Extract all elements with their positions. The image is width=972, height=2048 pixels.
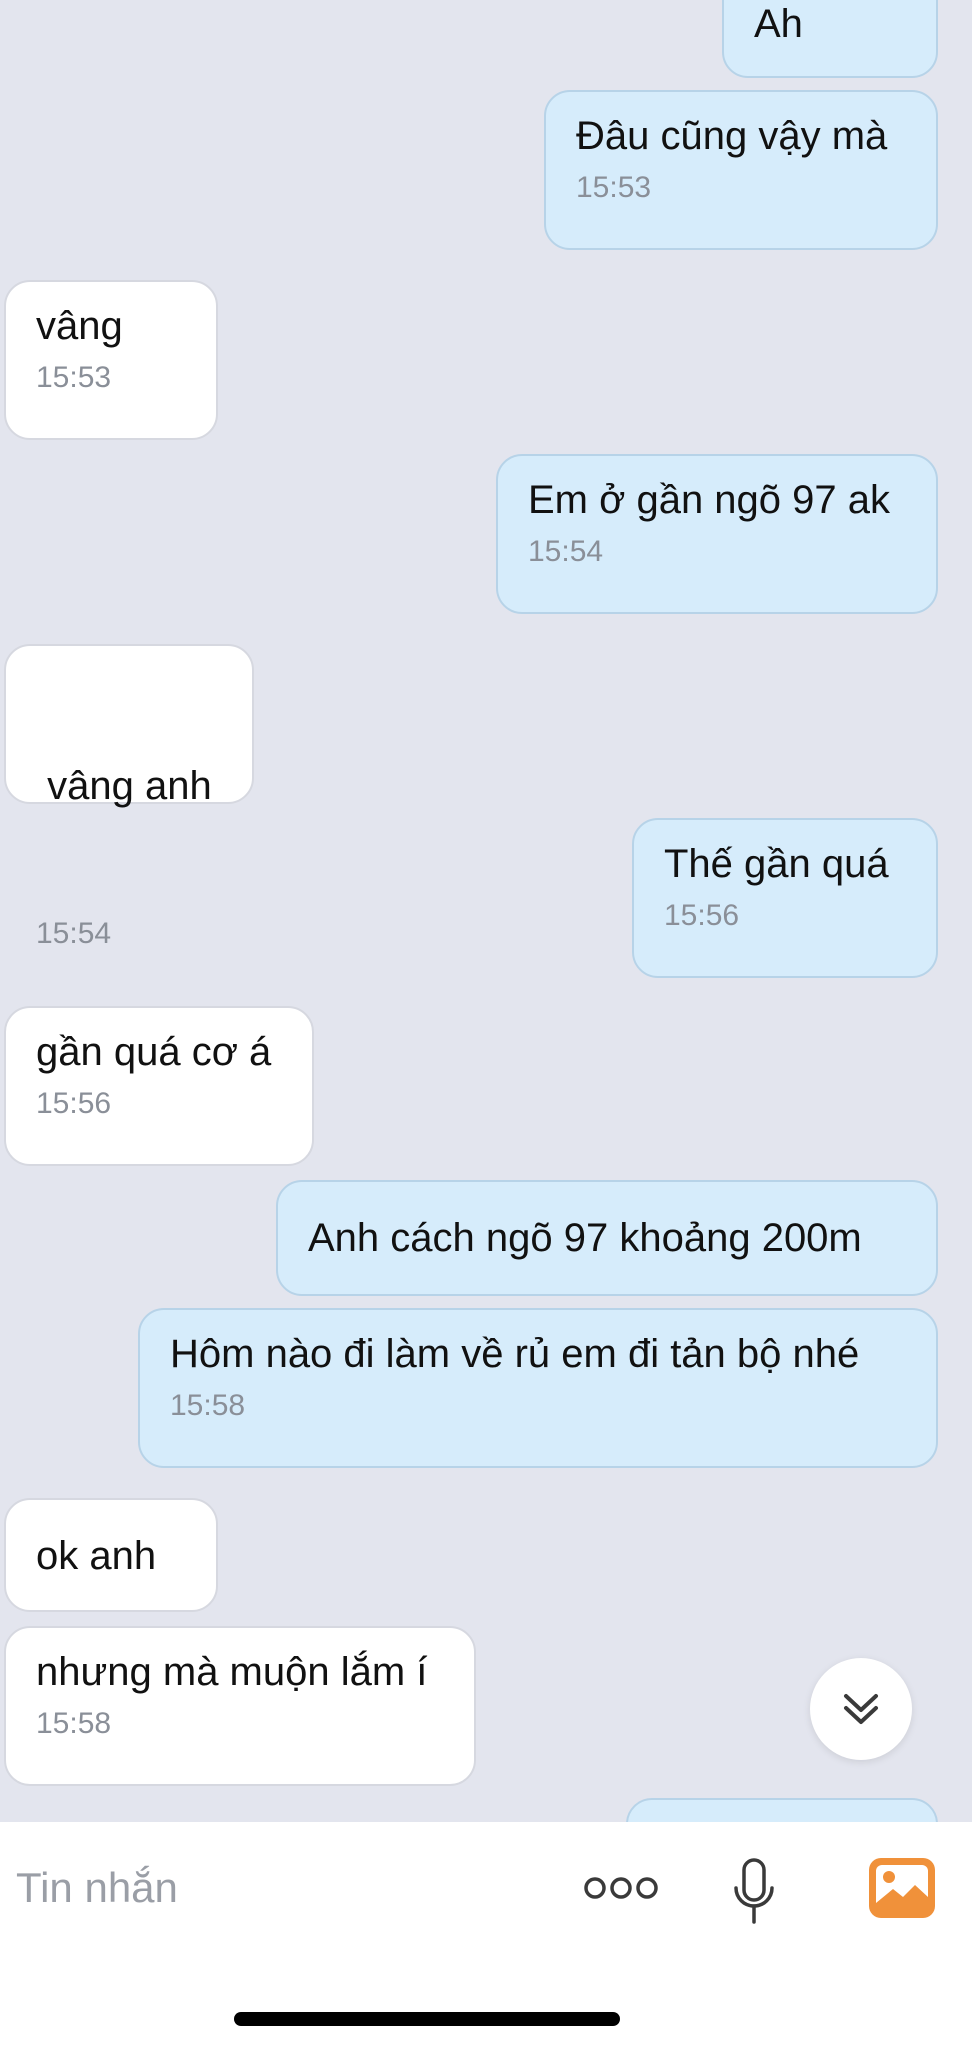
message-text: gần quá cơ á [36, 1030, 272, 1074]
message-bubble-incoming[interactable]: ok anh [4, 1498, 218, 1612]
message-bubble-outgoing[interactable]: Thế gần quá 15:56 [632, 818, 938, 978]
message-timestamp: 15:53 [576, 171, 652, 204]
message-bubble-incoming[interactable]: vâng anh 15:54 [4, 644, 254, 950]
message-timestamp: 15:56 [664, 899, 740, 932]
microphone-icon [734, 1858, 774, 1924]
message-timestamp: 15:58 [36, 1707, 112, 1740]
message-bubble-outgoing[interactable]: Đâu cũng vậy mà 15:53 [544, 90, 938, 250]
home-indicator [234, 2012, 620, 2026]
message-bubble-outgoing[interactable]: Em ở gần ngõ 97 ak 15:54 [496, 454, 938, 614]
image-icon [869, 1858, 935, 1918]
microphone-button[interactable] [724, 1852, 784, 1932]
message-text: Anh cách ngõ 97 khoảng 200m [308, 1216, 862, 1260]
chevron-double-down-icon [844, 1694, 878, 1724]
message-timestamp: 15:53 [36, 361, 112, 394]
more-icon [584, 1877, 658, 1899]
message-bubble-incoming[interactable]: gần quá cơ á 15:56 [4, 1006, 314, 1166]
message-text: nhưng mà muộn lắm í [36, 1650, 428, 1694]
message-text: Hôm nào đi làm về rủ em đi tản bộ nhé [170, 1332, 860, 1376]
message-text: ok anh [36, 1534, 157, 1578]
message-bubble-outgoing-partial[interactable] [626, 1798, 938, 1822]
message-text: Em ở gần ngõ 97 ak [528, 478, 891, 522]
message-timestamp: 15:56 [36, 1087, 112, 1120]
message-timestamp: 15:58 [170, 1389, 246, 1422]
message-bubble-incoming[interactable]: nhưng mà muộn lắm í 15:58 [4, 1626, 476, 1786]
message-bubble-outgoing[interactable]: Anh cách ngõ 97 khoảng 200m [276, 1180, 938, 1296]
message-timestamp: 15:54 [36, 917, 112, 950]
chat-area[interactable]: Ah Đâu cũng vậy mà 15:53 vâng 15:53 Em ở… [0, 0, 972, 1822]
message-text: vâng anh [36, 764, 212, 808]
message-bubble-outgoing[interactable]: Ah [722, 0, 938, 78]
message-bubble-outgoing[interactable]: Hôm nào đi làm về rủ em đi tản bộ nhé 15… [138, 1308, 938, 1468]
image-button[interactable] [866, 1854, 938, 1922]
message-text: Đâu cũng vậy mà [576, 114, 888, 158]
message-timestamp: 15:54 [528, 535, 604, 568]
message-text: Ah [754, 2, 803, 46]
message-input[interactable] [16, 1856, 536, 1920]
message-text: vâng [36, 304, 123, 348]
scroll-to-bottom-button[interactable] [810, 1658, 912, 1760]
message-text: Thế gần quá [664, 842, 889, 886]
more-button[interactable] [580, 1864, 662, 1912]
message-bubble-incoming[interactable]: vâng 15:53 [4, 280, 218, 440]
